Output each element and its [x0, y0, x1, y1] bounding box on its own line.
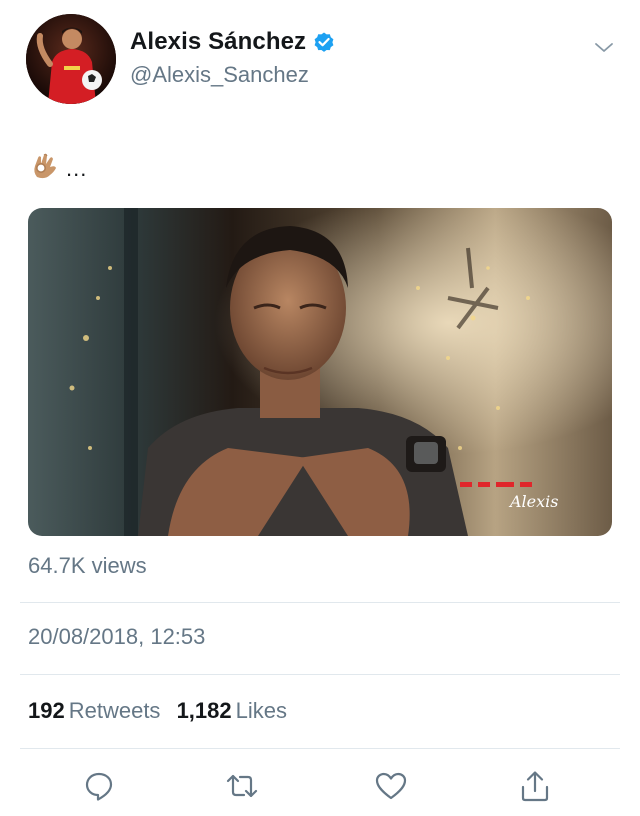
retweets-stat[interactable]: 192 Retweets: [28, 698, 177, 723]
retweet-icon[interactable]: [220, 764, 264, 808]
reply-icon[interactable]: [77, 764, 121, 808]
user-names: Alexis Sánchez @Alexis_Sanchez: [130, 28, 336, 88]
video-thumbnail[interactable]: Alexis: [28, 208, 612, 536]
avatar[interactable]: [26, 14, 116, 104]
ok-hand-emoji-icon: [28, 150, 62, 184]
share-icon[interactable]: [513, 764, 557, 808]
tweet-body-text: ...: [66, 156, 88, 181]
likes-label: Likes: [235, 698, 287, 723]
tweet-header: Alexis Sánchez @Alexis_Sanchez: [26, 14, 626, 110]
tweet-text: ...: [28, 150, 87, 184]
divider: [20, 674, 620, 675]
like-icon[interactable]: [369, 764, 413, 808]
divider: [20, 748, 620, 749]
divider: [20, 602, 620, 603]
retweets-label: Retweets: [68, 698, 161, 723]
tweet-actions: [0, 764, 640, 808]
verified-badge-icon: [312, 30, 336, 54]
tweet-stats: 192 Retweets 1,182 Likes: [28, 698, 297, 724]
display-name[interactable]: Alexis Sánchez: [130, 28, 306, 56]
svg-text:Alexis: Alexis: [508, 492, 559, 511]
display-name-row: Alexis Sánchez: [130, 28, 336, 56]
tweet-timestamp[interactable]: 20/08/2018, 12:53: [28, 624, 205, 650]
view-count: 64.7K views: [28, 553, 147, 578]
chevron-down-icon[interactable]: [592, 36, 616, 60]
likes-count: 1,182: [176, 698, 232, 723]
retweets-count: 192: [28, 698, 65, 723]
likes-stat[interactable]: 1,182 Likes: [177, 698, 297, 723]
user-handle[interactable]: @Alexis_Sanchez: [130, 62, 336, 88]
